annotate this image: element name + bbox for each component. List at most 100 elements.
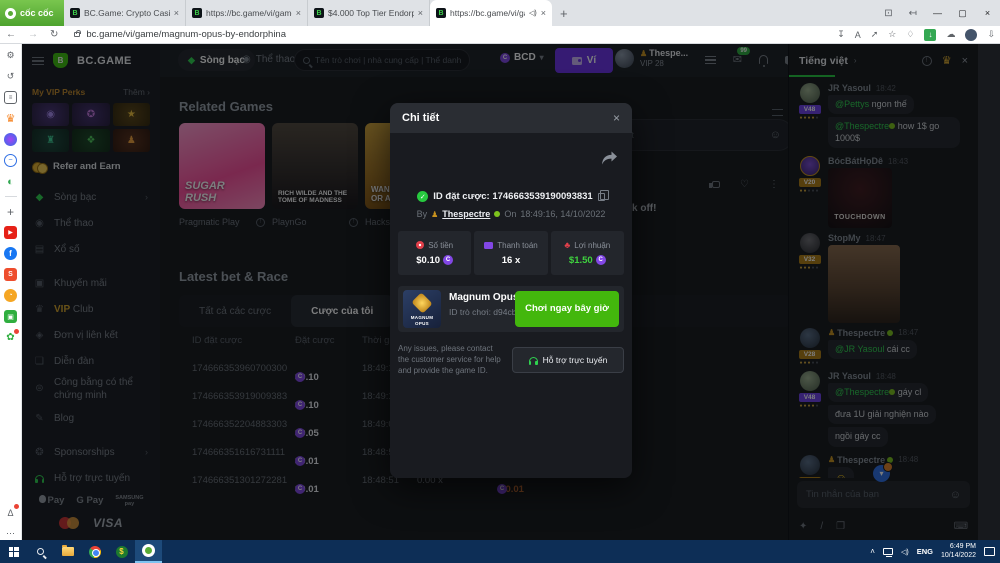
browser-profile-avatar[interactable] <box>965 29 977 41</box>
modal-header: Chi tiết × <box>390 103 632 133</box>
modal-title: Chi tiết <box>402 112 439 124</box>
forward-button[interactable]: → <box>28 29 38 40</box>
coccoc-download-icon[interactable]: ↓ <box>924 29 936 41</box>
lock-icon[interactable] <box>74 32 80 37</box>
coccoc-logo-icon <box>5 8 16 19</box>
back-button[interactable]: ← <box>6 29 16 40</box>
tab-title: https://bc.game/vi/game <box>450 8 525 18</box>
tab-arrow-icon[interactable]: ↤ <box>909 8 917 19</box>
browser-tab-1[interactable]: B BC.Game: Crypto Casino Gan × <box>64 0 186 26</box>
coccoc-side-toolbar: ⚙ ↺ ≡ ♛ ~ ◐ + ▶ f S ◔ ▣ ✿ Δ ⋯ <box>0 44 22 540</box>
messenger-icon[interactable] <box>4 133 17 146</box>
bcgame-favicon: B <box>70 8 80 18</box>
tab-close-icon[interactable]: × <box>174 8 179 18</box>
coccoc-taskbar-button[interactable] <box>135 540 162 563</box>
screen: cốc cốc B BC.Game: Crypto Casino Gan × B… <box>0 0 1000 563</box>
copy-icon[interactable] <box>598 193 605 201</box>
more-options-icon[interactable]: ⋯ <box>4 527 17 540</box>
downloads-tray-icon[interactable]: ⇩ <box>987 29 995 40</box>
club-suit-icon: ♣ <box>564 241 570 249</box>
settings-gear-icon[interactable]: ⚙ <box>4 49 17 62</box>
payout-wallet-icon <box>484 242 493 249</box>
modal-footer: Any issues, please contact the customer … <box>398 343 624 377</box>
games-gamepad-icon[interactable]: ◐ <box>4 175 17 188</box>
file-explorer-button[interactable] <box>54 540 81 563</box>
bet-datetime: 18:49:16, 14/10/2022 <box>520 209 605 219</box>
vip-crown-icon[interactable]: ♛ <box>4 112 17 125</box>
bcgame-favicon: B <box>192 8 202 18</box>
tab-preview-icon[interactable]: ⊡ <box>884 8 892 19</box>
sync-cloud-icon[interactable]: ☁ <box>946 29 955 40</box>
network-icon[interactable] <box>883 548 893 555</box>
bet-id-row: ✓ ID đặt cược: 1746663539190093831 <box>390 191 632 202</box>
window-maximize-button[interactable]: ▢ <box>950 0 975 26</box>
bookmark-star-icon[interactable]: ☆ <box>888 29 896 40</box>
sidebar-divider <box>5 196 17 197</box>
language-indicator[interactable]: ENG <box>917 547 933 556</box>
address-bar: ← → ↻ bc.game/vi/game/magnum-opus-by-end… <box>0 26 1000 44</box>
zalo-icon[interactable]: ~ <box>4 154 17 167</box>
facebook-icon[interactable]: f <box>4 247 17 260</box>
tab-close-icon[interactable]: × <box>418 8 423 18</box>
youtube-icon[interactable]: ▶ <box>4 226 17 239</box>
tab-title: $4.000 Top Tier Endorphina <box>328 8 414 18</box>
translate-icon: A <box>855 30 861 40</box>
frog-emoji-icon <box>494 211 500 217</box>
magnum-opus-thumbnail[interactable]: MAGNUMOPUS <box>403 290 441 328</box>
tray-expand-icon[interactable]: ˄ <box>870 547 875 556</box>
system-tray: ˄ ◁) ENG 6:49 PM10/14/2022 <box>870 543 1000 561</box>
browser-tab-4-active[interactable]: B https://bc.game/vi/game ◁) × <box>430 0 552 26</box>
garena-clock-icon[interactable]: ◔ <box>4 289 17 302</box>
start-button[interactable] <box>0 540 27 563</box>
save-page-icon[interactable]: ↧ <box>837 29 845 40</box>
clock[interactable]: 6:49 PM10/14/2022 <box>941 543 976 561</box>
bcgame-favicon: B <box>436 8 446 18</box>
windows-taskbar: $ ˄ ◁) ENG 6:49 PM10/14/2022 <box>0 540 1000 563</box>
history-icon[interactable]: ↺ <box>4 70 17 83</box>
window-close-button[interactable]: × <box>975 0 1000 26</box>
browser-tab-strip: cốc cốc B BC.Game: Crypto Casino Gan × B… <box>0 0 1000 26</box>
bet-id-text: ID đặt cược: 1746663539190093831 <box>433 191 592 202</box>
gem-icon <box>411 292 432 313</box>
coin-icon: C <box>443 255 453 265</box>
modal-close-icon[interactable]: × <box>613 111 620 125</box>
reading-list-icon[interactable]: ≡ <box>4 91 17 104</box>
content: ⚙ ↺ ≡ ♛ ~ ◐ + ▶ f S ◔ ▣ ✿ Δ ⋯ B <box>0 44 1000 540</box>
bet-stats: Số tiền $0.10C Thanh toán 16 x ♣Lợi nhuậ… <box>398 231 624 275</box>
tab-close-icon[interactable]: × <box>541 8 546 18</box>
browser-tab-2[interactable]: B https://bc.game/vi/game/th × <box>186 0 308 26</box>
adblock-shield-icon[interactable]: ♢ <box>906 29 914 40</box>
share-page-icon[interactable]: ➚ <box>871 29 879 40</box>
promo-search-icon[interactable]: ✿ <box>4 331 17 344</box>
shopee-icon[interactable]: S <box>4 268 17 281</box>
tab-close-icon[interactable]: × <box>296 8 301 18</box>
reload-button[interactable]: ↻ <box>50 29 58 40</box>
taskbar-search-button[interactable] <box>27 540 54 563</box>
bet-user-link[interactable]: Thespectre <box>442 209 490 219</box>
action-center-icon[interactable] <box>984 547 995 556</box>
coccoc-menu-button[interactable]: cốc cốc <box>0 0 64 26</box>
window-minimize-button[interactable]: — <box>925 0 950 26</box>
notifications-bell-icon[interactable]: Δ <box>4 506 17 519</box>
share-icon[interactable] <box>601 151 618 171</box>
verified-check-icon: ✓ <box>417 191 428 202</box>
coin-icon: C <box>596 255 606 265</box>
browser-tab-3[interactable]: B $4.000 Top Tier Endorphina × <box>308 0 430 26</box>
tab-audio-icon[interactable]: ◁) <box>529 9 537 17</box>
new-tab-button[interactable]: + <box>560 6 568 21</box>
live-support-button[interactable]: Hỗ trợ trực tuyến <box>512 347 624 373</box>
support-note: Any issues, please contact the customer … <box>398 343 504 377</box>
money-app-button[interactable]: $ <box>108 540 135 563</box>
play-now-button[interactable]: Chơi ngay bây giờ <box>515 291 619 327</box>
chrome-button[interactable] <box>81 540 108 563</box>
headset-icon <box>529 357 538 363</box>
user-badge-icon: ♟ <box>431 210 438 219</box>
gift-icon[interactable]: ▣ <box>4 310 17 323</box>
add-shortcut-icon[interactable]: + <box>4 205 17 218</box>
tab-title: BC.Game: Crypto Casino Gan <box>84 8 170 18</box>
stat-payout: Thanh toán 16 x <box>474 231 547 275</box>
bet-detail-modal: Chi tiết × ✓ ID đặt cược: 17466635391900… <box>390 103 632 478</box>
url-text[interactable]: bc.game/vi/game/magnum-opus-by-endorphin… <box>86 29 286 40</box>
volume-icon[interactable]: ◁) <box>901 548 909 556</box>
stat-amount: Số tiền $0.10C <box>398 231 471 275</box>
